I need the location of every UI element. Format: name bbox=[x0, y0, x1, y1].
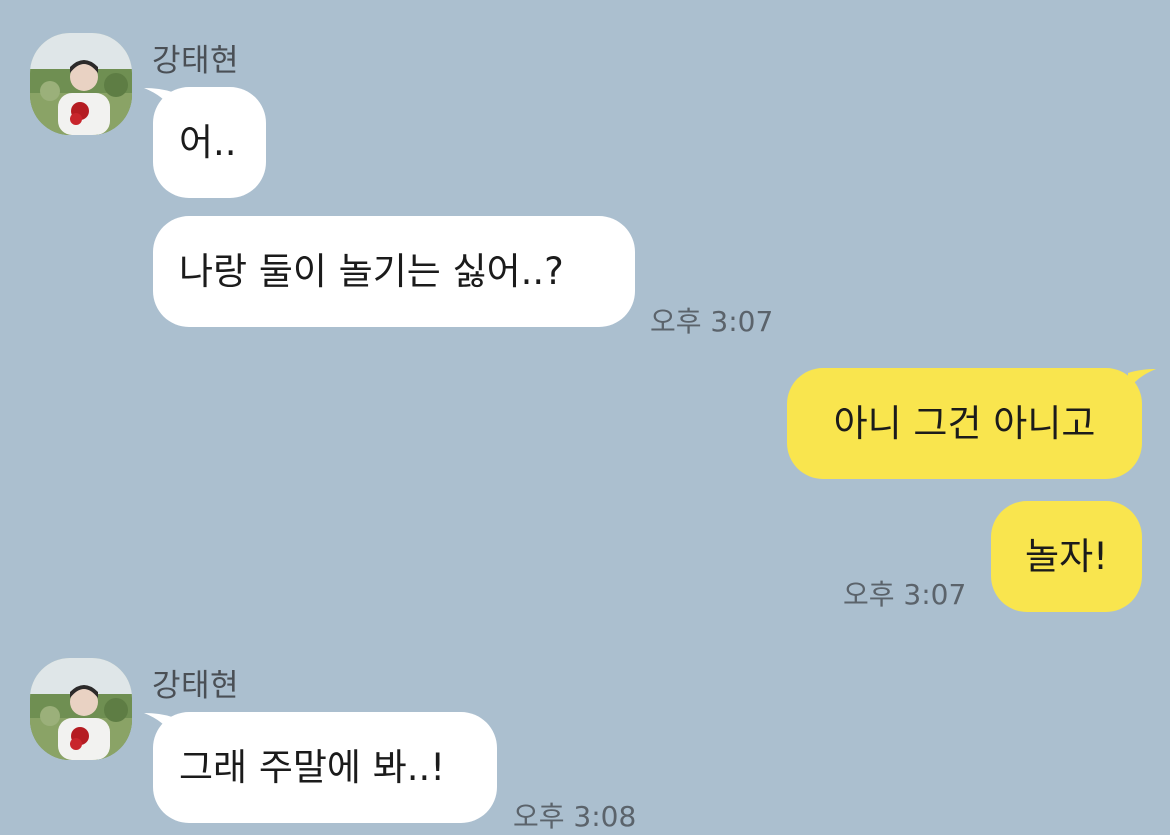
profile-photo-icon[interactable] bbox=[30, 658, 132, 760]
message-bubble[interactable]: 아니 그건 아니고 bbox=[787, 368, 1142, 479]
message-timestamp: 오후 3:08 bbox=[513, 800, 637, 833]
chat-room: 강태현 어.. 나랑 둘이 놀기는 싫어..? 오후 3:07 아니 그건 아니… bbox=[0, 0, 1170, 833]
message-bubble[interactable]: 나랑 둘이 놀기는 싫어..? bbox=[153, 216, 635, 327]
sender-name: 강태현 bbox=[152, 668, 240, 704]
sender-name: 강태현 bbox=[152, 43, 240, 79]
message-bubble[interactable]: 어.. bbox=[153, 87, 266, 198]
bubble-tail bbox=[1128, 369, 1156, 391]
message-bubble[interactable]: 놀자! bbox=[991, 501, 1142, 612]
profile-photo-icon[interactable] bbox=[30, 33, 132, 135]
message-bubble[interactable]: 그래 주말에 봐..! bbox=[153, 712, 497, 823]
message-timestamp: 오후 3:07 bbox=[650, 305, 774, 338]
message-timestamp: 오후 3:07 bbox=[843, 578, 967, 611]
